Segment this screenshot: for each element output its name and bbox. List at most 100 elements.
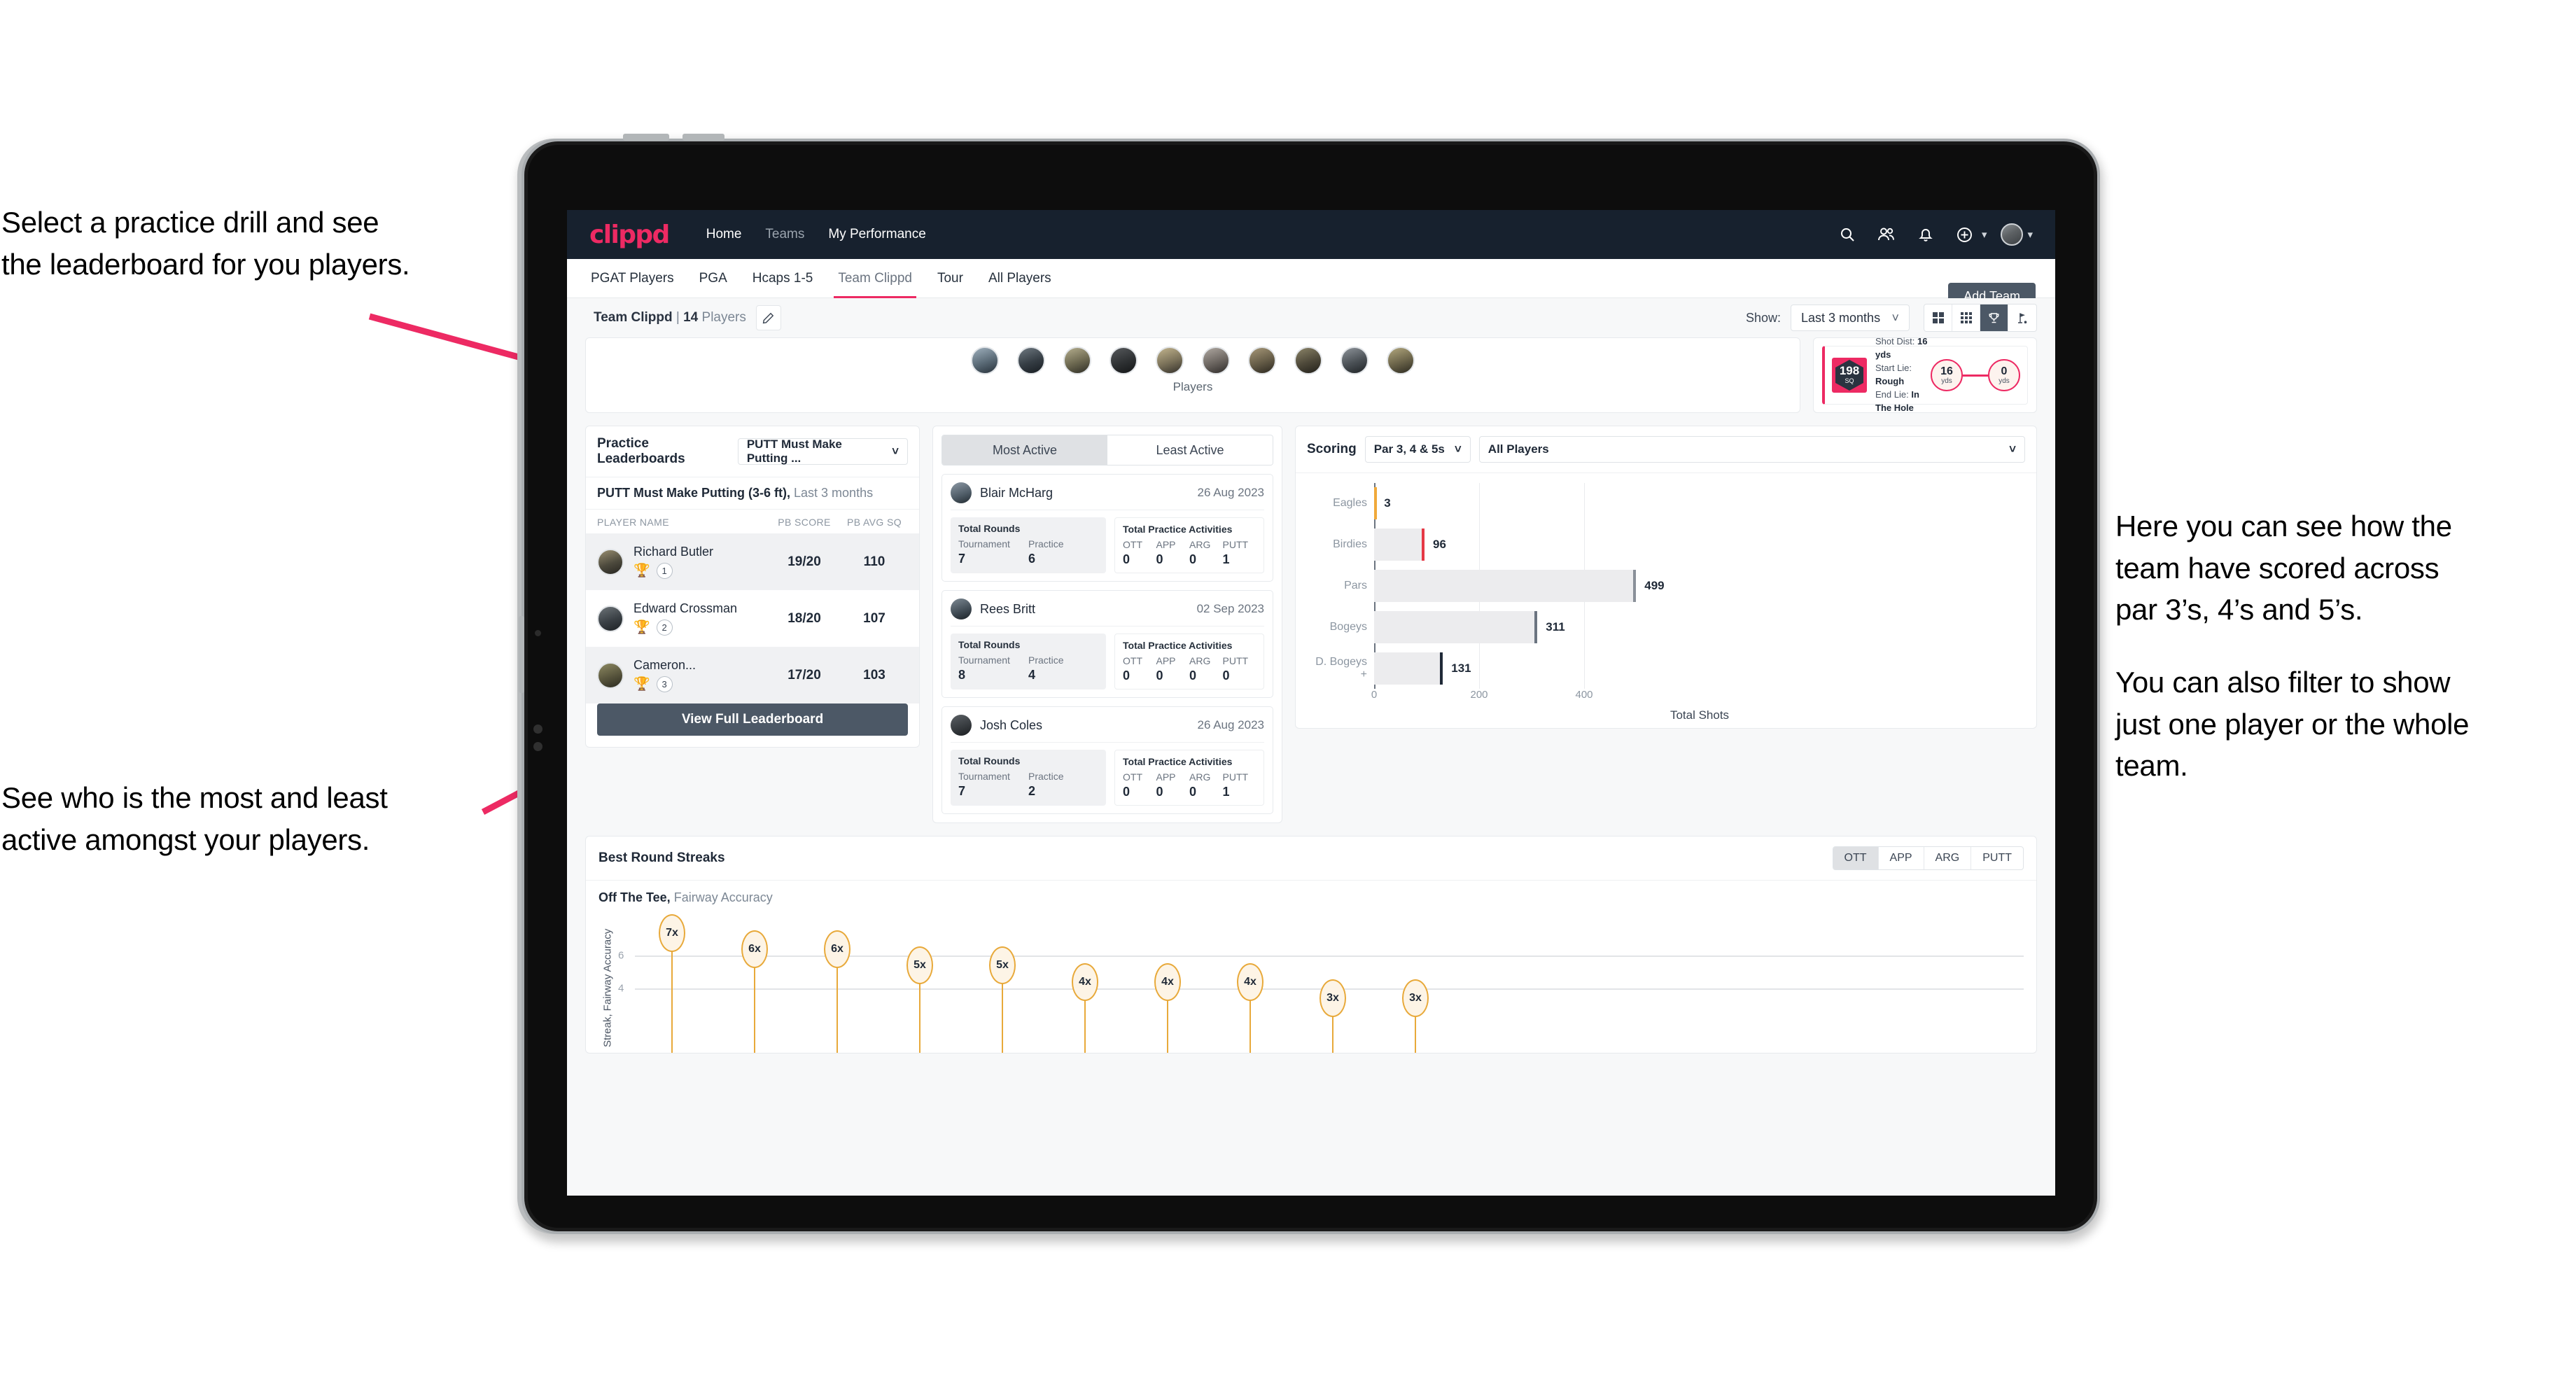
nav-link-my-performance[interactable]: My Performance: [828, 227, 925, 242]
tab-least-active[interactable]: Least Active: [1107, 435, 1273, 465]
player-badges: 🏆 1: [634, 563, 768, 579]
avatar[interactable]: [1110, 346, 1138, 374]
rounds-tournament-value: 7: [958, 552, 966, 566]
flag-icon[interactable]: [2008, 304, 2036, 331]
activity-arg: ARG 0: [1189, 771, 1223, 799]
avatar[interactable]: [971, 346, 999, 374]
player-name: Cameron...: [634, 658, 696, 672]
tab-pgat-players[interactable]: PGAT Players: [591, 259, 674, 298]
tab-all-players[interactable]: All Players: [988, 259, 1051, 298]
activity-ott: OTT 0: [1123, 539, 1156, 567]
drill-select[interactable]: PUTT Must Make Putting ... ˅: [737, 438, 908, 465]
player-name-cell: Cameron... 🏆 3: [634, 658, 768, 692]
list-item[interactable]: Blair McHarg 26 Aug 2023 Total Rounds To…: [941, 474, 1273, 582]
tab-most-active[interactable]: Most Active: [942, 435, 1107, 465]
list-item[interactable]: Josh Coles 26 Aug 2023 Total Rounds Tour…: [941, 706, 1273, 814]
annotation-line: team have scored across: [2115, 551, 2440, 584]
activity-putt-label: PUTT: [1222, 655, 1249, 666]
chart-lollipop-bubble: 7x: [659, 914, 685, 953]
chart-category-label: Bogeys: [1329, 620, 1367, 633]
chart-bar-cap: [1440, 652, 1443, 685]
view-full-leaderboard-button[interactable]: View Full Leaderboard: [597, 704, 908, 736]
chevron-down-icon: ˅: [1454, 442, 1462, 456]
avatar[interactable]: [1202, 346, 1230, 374]
view-mode-toggle[interactable]: [1924, 304, 2037, 332]
trophy-icon: 🏆: [634, 564, 650, 578]
chart-bar-cap: [1374, 487, 1377, 520]
player-name-cell: Edward Crossman 🏆 2: [634, 601, 768, 636]
chevron-down-icon[interactable]: ▾: [2027, 228, 2033, 241]
table-row[interactable]: Cameron... 🏆 3 17/20 103: [586, 647, 919, 704]
tab-hcaps-1-5[interactable]: Hcaps 1-5: [752, 259, 813, 298]
pencil-icon[interactable]: [755, 305, 781, 330]
chart-bar-wrapper: 131: [1374, 652, 2025, 685]
pb-score-value: 19/20: [788, 554, 821, 569]
tab-tour[interactable]: Tour: [937, 259, 963, 298]
nav-link-home[interactable]: Home: [706, 227, 742, 242]
scoring-title: Scoring: [1307, 442, 1357, 456]
avatar[interactable]: [1156, 346, 1184, 374]
avatar[interactable]: [1063, 346, 1091, 374]
tab-team-clippd[interactable]: Team Clippd: [834, 259, 916, 298]
chart-lollipop-stem: 4x: [1237, 962, 1264, 1053]
list-item[interactable]: Rees Britt 02 Sep 2023 Total Rounds Tour…: [941, 590, 1273, 698]
search-icon[interactable]: [1835, 222, 1860, 247]
table-row[interactable]: Edward Crossman 🏆 2 18/20 107: [586, 590, 919, 647]
avatar[interactable]: [1248, 346, 1276, 374]
chart-bar-row: Eagles 3: [1307, 487, 2025, 520]
avatar[interactable]: [1340, 346, 1368, 374]
rounds-tournament-value: 8: [958, 668, 966, 682]
segment-app[interactable]: APP: [1879, 847, 1924, 869]
people-icon[interactable]: [1874, 222, 1899, 247]
rounds-values: Tournament 8 Practice 4: [958, 654, 1098, 682]
segment-arg[interactable]: ARG: [1924, 847, 1972, 869]
team-title: Team Clippd | 14 Players: [594, 310, 746, 326]
avatar[interactable]: [2001, 223, 2024, 246]
nav-link-teams[interactable]: Teams: [765, 227, 804, 242]
activity-app-value: 0: [1156, 668, 1163, 682]
segment-putt[interactable]: PUTT: [1971, 847, 2023, 869]
period-select[interactable]: Last 3 months ˅: [1791, 304, 1910, 331]
rounds-tournament-label: Tournament: [958, 538, 1010, 550]
segment-ott[interactable]: OTT: [1833, 847, 1879, 869]
par-filter-select[interactable]: Par 3, 4 & 5s ˅: [1364, 436, 1471, 463]
annotation-line: par 3’s, 4’s and 5’s.: [2115, 593, 2363, 626]
chart-lollipop-bubble: 5x: [906, 946, 933, 985]
chart-x-tick: 200: [1470, 689, 1488, 701]
activity-ott-label: OTT: [1123, 771, 1142, 783]
avatar[interactable]: [1017, 346, 1045, 374]
players-avatar-list: [586, 338, 1800, 374]
annotation-line: See who is the most and least: [1, 781, 388, 814]
table-row[interactable]: Richard Butler 🏆 1 19/20 110: [586, 533, 919, 590]
pb-score-value: 18/20: [788, 610, 821, 626]
player-filter-select[interactable]: All Players ˅: [1478, 436, 2025, 463]
grid-large-icon[interactable]: [1924, 304, 1952, 331]
chevron-down-icon[interactable]: ▾: [1982, 228, 1987, 241]
tablet-port-dot: [533, 724, 542, 734]
trophy-icon[interactable]: [1980, 304, 2008, 331]
annotation-line: team.: [2115, 749, 2188, 783]
chart-lollipop-stem: 6x: [741, 930, 768, 1053]
total-rounds-panel: Total Rounds Tournament 8 Practice 4: [951, 634, 1106, 690]
team-players-word: Players: [701, 310, 746, 325]
player-filter-value: All Players: [1488, 442, 1549, 456]
tab-pga[interactable]: PGA: [699, 259, 727, 298]
player-badges: 🏆 3: [634, 676, 768, 692]
player-badges: 🏆 2: [634, 620, 768, 636]
avatar[interactable]: [1294, 346, 1322, 374]
annotation-paragraph: Here you can see how the team have score…: [2115, 505, 2570, 631]
activity-arg-label: ARG: [1189, 539, 1211, 550]
chart-bar-wrapper: 499: [1374, 570, 2025, 602]
bell-icon[interactable]: [1913, 222, 1938, 247]
avatar[interactable]: [1387, 346, 1415, 374]
plus-circle-icon[interactable]: [1952, 222, 1977, 247]
grid-small-icon[interactable]: [1952, 304, 1980, 331]
clippd-logo[interactable]: clippd: [589, 220, 670, 249]
end-lie-label: End Lie:: [1875, 388, 1909, 400]
team-toolbar: Team Clippd | 14 Players Show: Last 3 mo…: [585, 298, 2037, 337]
streaks-title: Best Round Streaks: [598, 850, 725, 865]
activity-arg-value: 0: [1189, 668, 1197, 682]
leaderboard-period: Last 3 months: [794, 486, 874, 500]
activity-date: 26 Aug 2023: [1197, 718, 1264, 732]
tablet-side-button: [519, 616, 524, 693]
